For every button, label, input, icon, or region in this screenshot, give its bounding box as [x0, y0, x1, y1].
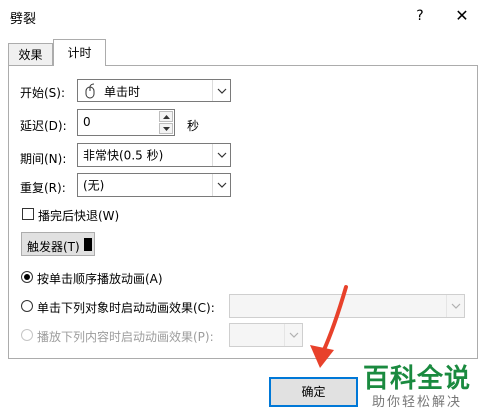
ok-button[interactable]: 确定 — [269, 377, 358, 407]
trigger-option-click-label[interactable]: 单击下列对象时启动动画效果(C): — [37, 299, 215, 316]
trigger-option-sequence-radio[interactable] — [21, 271, 33, 283]
mouse-icon — [83, 83, 97, 102]
chevron-down-icon — [212, 174, 230, 196]
close-button[interactable]: ✕ — [451, 6, 473, 26]
spin-down-icon[interactable] — [159, 123, 173, 134]
repeat-select-value: (无) — [83, 178, 105, 193]
tab-effect[interactable]: 效果 — [8, 43, 53, 65]
start-label: 开始(S): — [20, 86, 66, 100]
help-button[interactable]: ? — [410, 6, 430, 26]
duration-label: 期间(N): — [20, 152, 67, 166]
trigger-option-media-label: 播放下列内容时启动动画效果(P): — [37, 330, 214, 344]
chevron-down-icon — [284, 324, 302, 346]
expand-icon — [84, 238, 92, 251]
trigger-button[interactable]: 触发器(T) — [21, 232, 95, 256]
delay-label: 延迟(D): — [20, 119, 67, 133]
tab-timing[interactable]: 计时 — [53, 39, 106, 66]
repeat-select[interactable]: (无) — [77, 173, 231, 197]
trigger-option-sequence-label[interactable]: 按单击顺序播放动画(A) — [37, 270, 163, 287]
repeat-label: 重复(R): — [20, 181, 66, 195]
spin-up-icon[interactable] — [159, 111, 173, 122]
chevron-down-icon — [212, 80, 230, 101]
trigger-object-select — [229, 294, 465, 318]
delay-value: 0 — [83, 115, 91, 129]
dialog-title: 劈裂 — [10, 12, 37, 27]
duration-select[interactable]: 非常快(0.5 秒) — [77, 143, 231, 167]
trigger-option-media-radio — [21, 329, 33, 341]
trigger-bookmark-select — [229, 323, 303, 347]
start-select[interactable]: 单击时 — [77, 79, 231, 102]
rewind-label[interactable]: 播完后快退(W) — [38, 207, 119, 224]
rewind-checkbox[interactable] — [22, 208, 34, 220]
trigger-button-label: 触发器(T) — [27, 240, 80, 254]
watermark-title: 百科全说 — [363, 364, 472, 394]
start-select-value: 单击时 — [104, 85, 141, 99]
chevron-down-icon — [212, 144, 230, 166]
delay-unit: 秒 — [187, 119, 200, 133]
duration-select-value: 非常快(0.5 秒) — [83, 148, 164, 163]
trigger-option-click-radio[interactable] — [21, 300, 33, 312]
watermark-subtitle: 助你轻松解决 — [372, 395, 463, 410]
chevron-down-icon — [446, 295, 464, 317]
delay-spinner[interactable]: 0 — [77, 109, 175, 136]
